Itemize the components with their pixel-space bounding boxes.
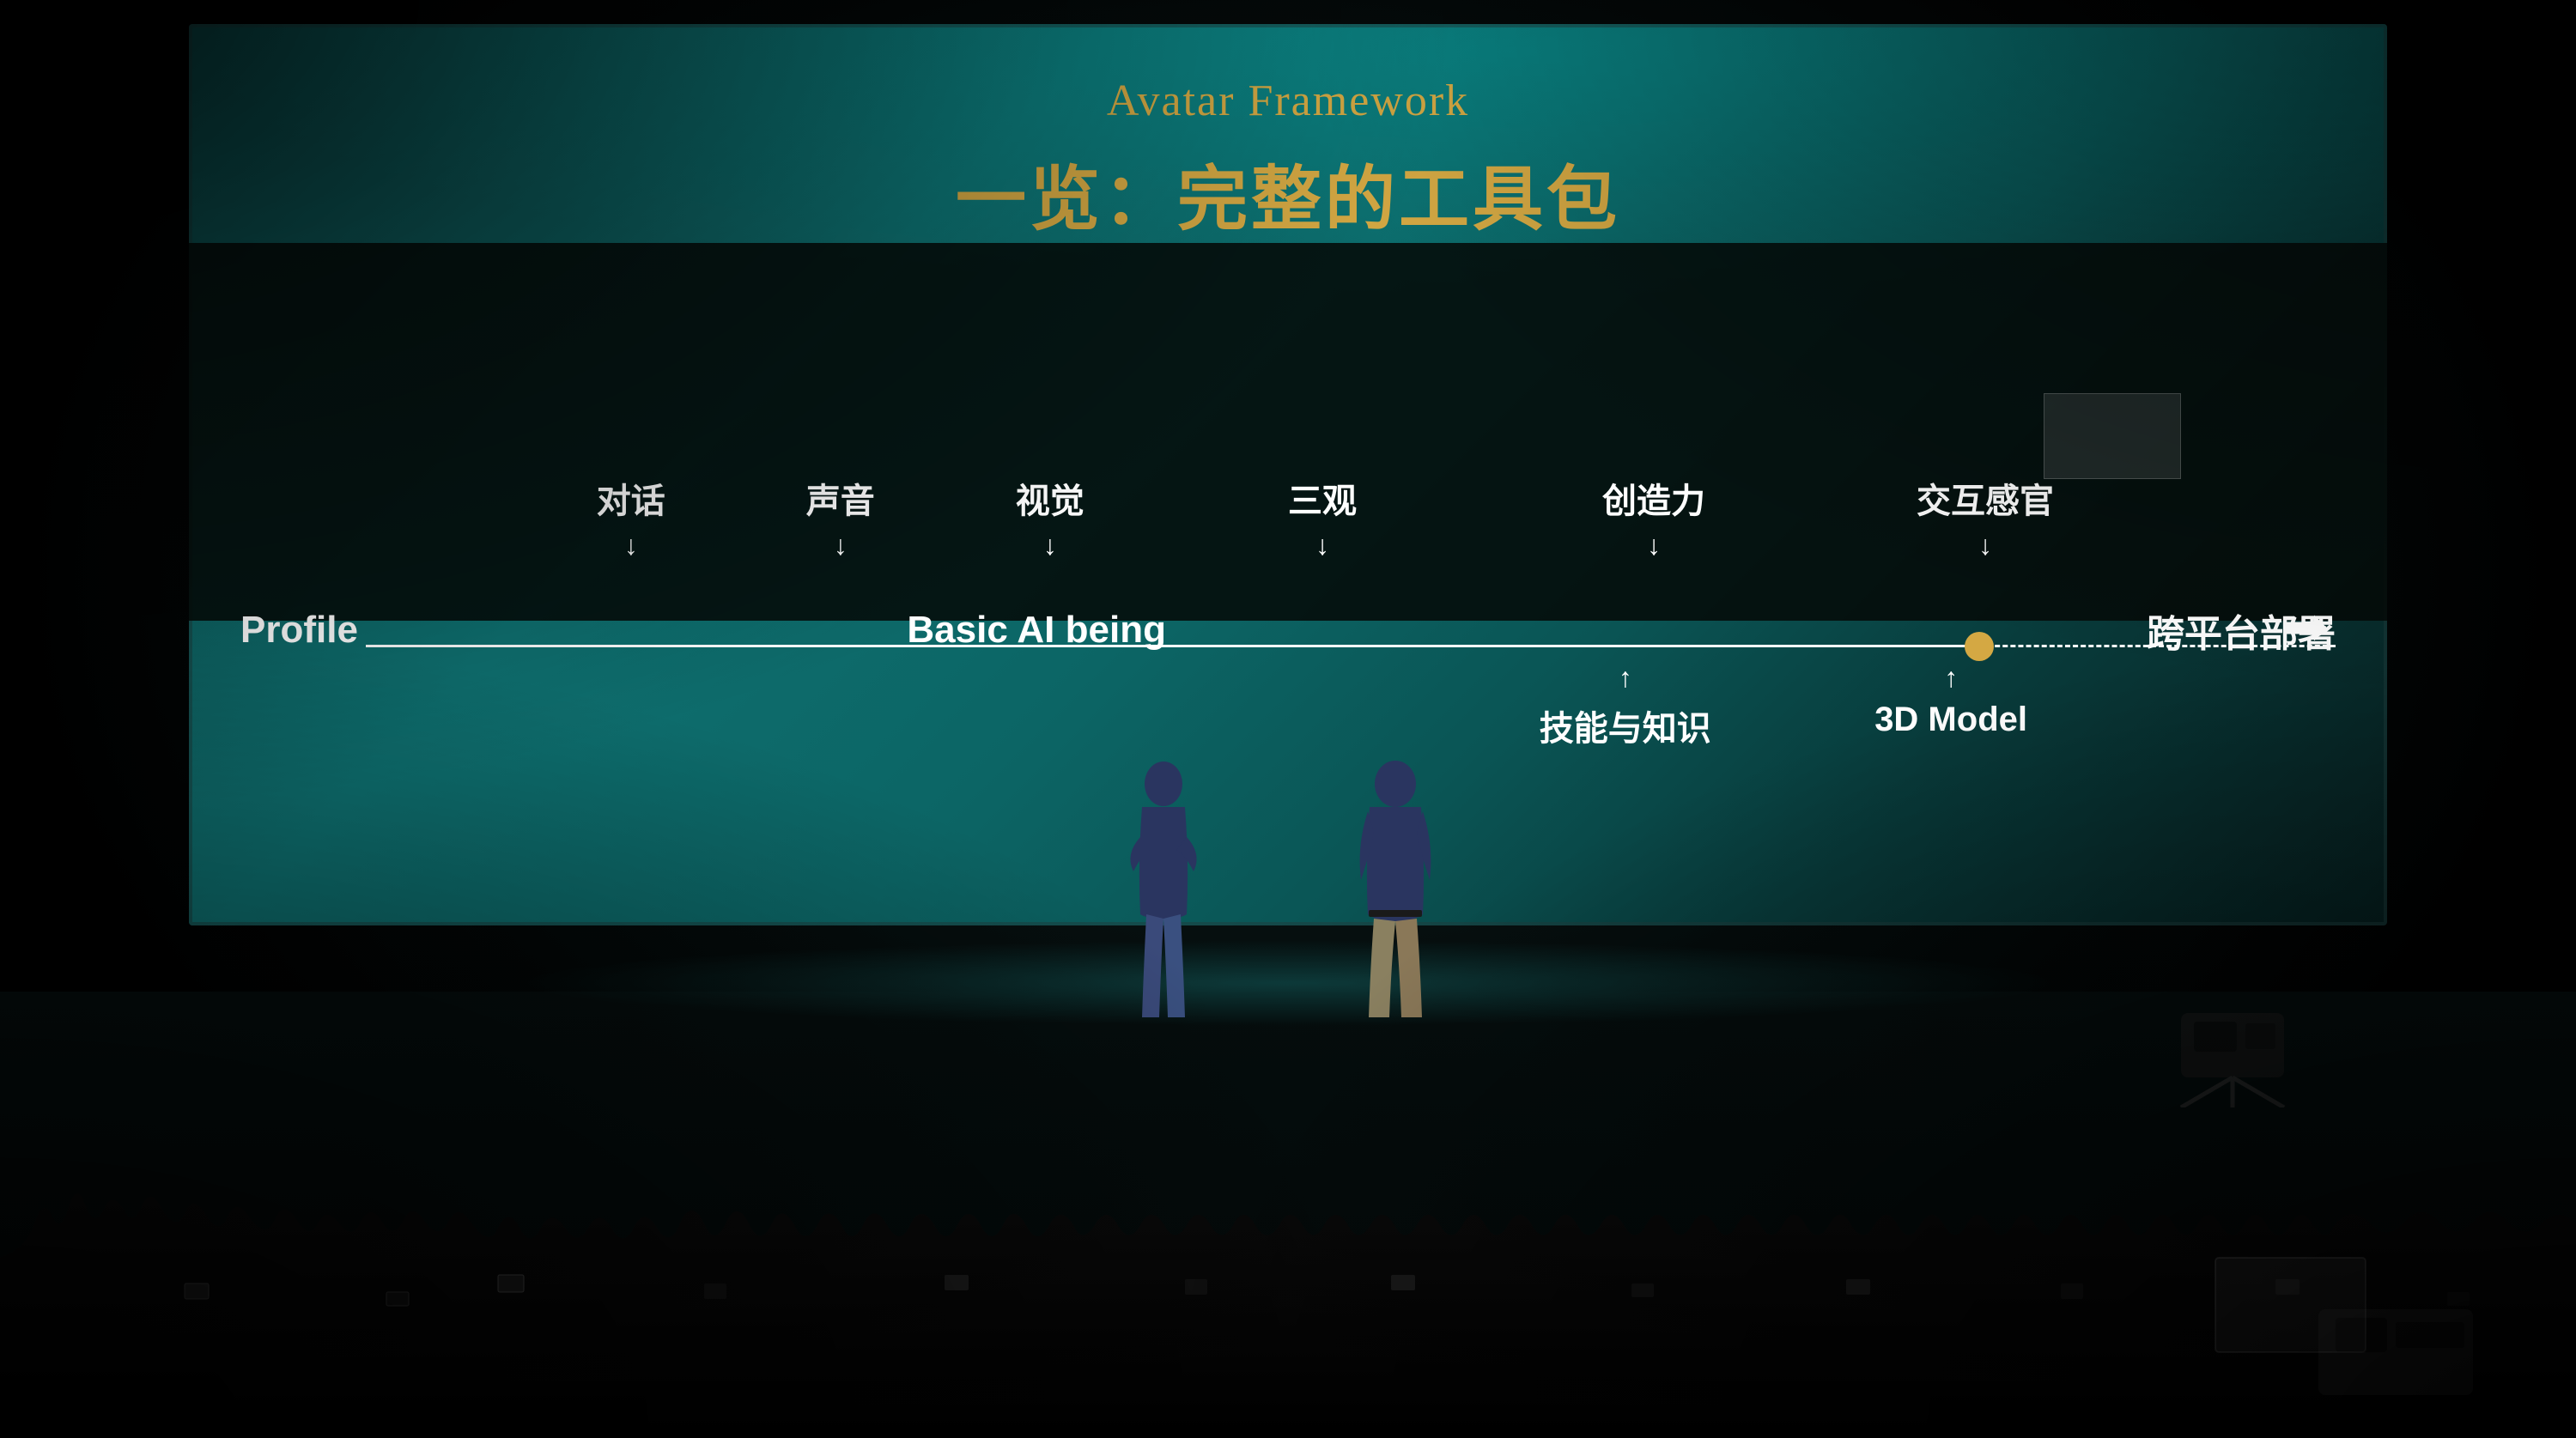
label-chuangzaoli: 创造力 ↓ <box>1602 473 1705 561</box>
title-chinese: 一览：完整的工具包 <box>189 142 2387 244</box>
basic-ai-label: Basic AI being <box>907 609 1166 652</box>
label-jineng-text: 技能与知识 <box>1540 701 1711 750</box>
arrow-chuangzaoli: ↓ <box>1647 530 1661 561</box>
label-jiaohu-text: 交互感官 <box>1917 473 2054 523</box>
label-chuangzaoli-text: 创造力 <box>1602 473 1705 523</box>
label-jiaohu: 交互感官 ↓ <box>1917 473 2054 561</box>
basic-ai-text: Basic AI being <box>907 609 1166 651</box>
camera-equipment <box>2155 996 2310 1112</box>
arrow-sanguan: ↓ <box>1315 530 1329 561</box>
speakers-area <box>1116 760 1443 1017</box>
arrow-jineng-up: ↑ <box>1619 662 1632 694</box>
title-english: Avatar Framework <box>189 76 2387 126</box>
title-area: Avatar Framework 一览：完整的工具包 <box>189 76 2387 244</box>
horizontal-line <box>240 645 2336 647</box>
label-duihua-text: 对话 <box>597 473 665 523</box>
node-circle <box>1965 632 1994 661</box>
speaker-1 <box>1116 760 1211 1017</box>
arrow-shijue: ↓ <box>1043 530 1057 561</box>
label-shengyin-text: 声音 <box>806 473 875 523</box>
arrow-duihua: ↓ <box>624 530 638 561</box>
deploy-label: 跨平台部署 <box>2147 603 2336 658</box>
arrow-jiaohu: ↓ <box>1978 530 1992 561</box>
label-3dmodel: ↑ 3D Model <box>1874 662 2027 739</box>
profile-text: Profile <box>240 609 358 651</box>
label-sanguan: 三观 ↓ <box>1288 473 1357 561</box>
label-shijue: 视觉 ↓ <box>1016 473 1084 561</box>
presentation-scene: Avatar Framework 一览：完整的工具包 对话 ↓ 声音 ↓ <box>0 0 2576 1438</box>
speaker-2 <box>1348 760 1443 1017</box>
label-duihua: 对话 ↓ <box>597 473 665 561</box>
arrow-3dmodel-up: ↑ <box>1944 662 1958 694</box>
label-shengyin: 声音 ↓ <box>806 473 875 561</box>
arrow-shengyin: ↓ <box>834 530 848 561</box>
sign-display <box>2044 393 2181 479</box>
label-shijue-text: 视觉 <box>1016 473 1084 523</box>
profile-label: Profile <box>240 609 358 652</box>
label-3dmodel-text: 3D Model <box>1874 701 2027 739</box>
label-jineng: ↑ 技能与知识 <box>1540 662 1711 750</box>
label-sanguan-text: 三观 <box>1288 473 1357 523</box>
deploy-text: 跨平台部署 <box>2147 613 2336 655</box>
